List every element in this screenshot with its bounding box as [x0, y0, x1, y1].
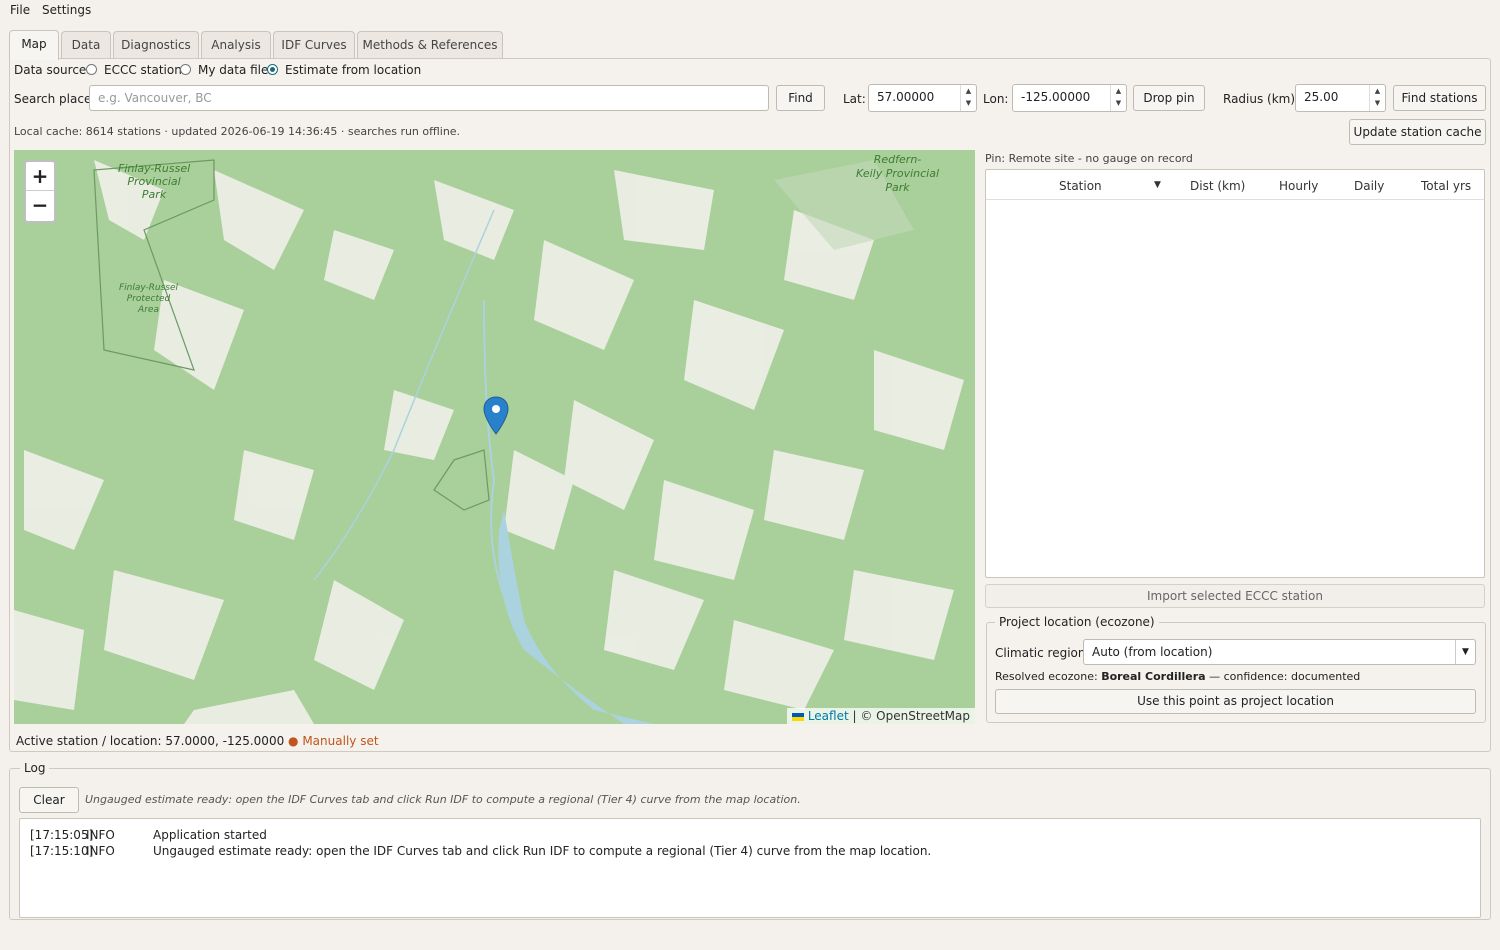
sort-down-icon: ▼ — [1154, 180, 1161, 190]
climatic-region-select[interactable]: Auto (from location) ▼ — [1083, 639, 1476, 665]
radius-stepper[interactable]: ▲ ▼ — [1369, 85, 1385, 111]
map-pin-icon[interactable] — [483, 396, 509, 436]
column-dist[interactable]: Dist (km) — [1190, 179, 1245, 193]
menu-bar: File Settings — [0, 0, 1500, 20]
radio-eccc-station[interactable] — [86, 64, 97, 75]
import-station-button[interactable]: Import selected ECCC station — [985, 584, 1485, 608]
park-boundary — [433, 449, 490, 511]
ecozone-name: Boreal Cordillera — [1101, 670, 1206, 683]
radio-estimate-from-location[interactable] — [267, 64, 278, 75]
tab-methods-references[interactable]: Methods & References — [357, 31, 503, 59]
menu-settings[interactable]: Settings — [42, 3, 91, 17]
log-time: [17:15:05] — [30, 828, 94, 842]
lat-label: Lat: — [843, 92, 866, 106]
lat-stepper[interactable]: ▲ ▼ — [960, 85, 976, 111]
find-stations-button[interactable]: Find stations — [1393, 85, 1486, 111]
chevron-up-icon[interactable]: ▲ — [1370, 85, 1385, 97]
climatic-region-value: Auto (from location) — [1092, 645, 1213, 659]
clear-log-button[interactable]: Clear — [19, 787, 79, 813]
map-view[interactable]: Finlay-Russel Provincial Park Finlay-Rus… — [14, 150, 975, 724]
radio-my-data-file[interactable] — [180, 64, 191, 75]
radius-value: 25.00 — [1304, 90, 1339, 104]
station-table[interactable]: Station ▼ Dist (km) Hourly Daily Total y… — [985, 169, 1485, 578]
chevron-down-icon[interactable]: ▼ — [961, 97, 976, 109]
menu-file[interactable]: File — [10, 3, 30, 17]
data-source-label: Data source: — [14, 63, 91, 77]
leaflet-link[interactable]: Leaflet — [808, 709, 849, 723]
project-location-title: Project location (ecozone) — [995, 615, 1159, 629]
log-level: INFO — [86, 844, 115, 858]
pin-status: Pin: Remote site - no gauge on record — [985, 152, 1193, 165]
resolved-ecozone: Resolved ecozone: Boreal Cordillera — co… — [995, 670, 1361, 683]
column-daily[interactable]: Daily — [1354, 179, 1384, 193]
osm-attribution: | © OpenStreetMap — [848, 709, 970, 723]
lon-value: -125.00000 — [1021, 90, 1091, 104]
column-station[interactable]: Station — [1059, 179, 1102, 193]
tab-diagnostics[interactable]: Diagnostics — [113, 31, 199, 59]
log-hint: Ungauged estimate ready: open the IDF Cu… — [85, 793, 801, 806]
find-button[interactable]: Find — [776, 85, 825, 111]
chevron-down-icon[interactable]: ▼ — [1111, 97, 1126, 109]
column-total-yrs[interactable]: Total yrs — [1421, 179, 1471, 193]
chevron-up-icon[interactable]: ▲ — [1111, 85, 1126, 97]
radio-eccc-station-label[interactable]: ECCC station — [104, 63, 182, 77]
log-title: Log — [20, 761, 50, 775]
drop-pin-button[interactable]: Drop pin — [1133, 85, 1205, 111]
update-station-cache-button[interactable]: Update station cache — [1349, 119, 1486, 145]
log-time: [17:15:10] — [30, 844, 94, 858]
tab-idf-curves[interactable]: IDF Curves — [273, 31, 355, 59]
log-level: INFO — [86, 828, 115, 842]
log-output[interactable]: [17:15:05] INFO Application started [17:… — [19, 818, 1481, 918]
flag-icon — [791, 712, 804, 721]
log-message: Application started — [153, 828, 267, 842]
tab-data[interactable]: Data — [61, 31, 111, 59]
zoom-control: + − — [24, 160, 56, 223]
lat-value: 57.00000 — [877, 90, 935, 104]
chevron-down-icon[interactable]: ▼ — [1455, 640, 1475, 664]
column-hourly[interactable]: Hourly — [1279, 179, 1318, 193]
lon-stepper[interactable]: ▲ ▼ — [1110, 85, 1126, 111]
lon-label: Lon: — [983, 92, 1009, 106]
use-point-button[interactable]: Use this point as project location — [995, 689, 1476, 714]
log-message: Ungauged estimate ready: open the IDF Cu… — [153, 844, 932, 858]
header-divider — [986, 199, 1484, 200]
zoom-out-button[interactable]: − — [26, 191, 54, 220]
search-input[interactable]: e.g. Vancouver, BC — [89, 85, 769, 111]
radio-estimate-from-location-label[interactable]: Estimate from location — [285, 63, 421, 77]
chevron-down-icon[interactable]: ▼ — [1370, 97, 1385, 109]
tab-analysis[interactable]: Analysis — [201, 31, 271, 59]
radio-my-data-file-label[interactable]: My data file — [198, 63, 268, 77]
manually-set-badge: ● Manually set — [288, 734, 379, 748]
map-attribution: Leaflet | © OpenStreetMap — [786, 708, 975, 724]
map-label-redfern-keily: Redfern- Keily Provincial Park — [856, 153, 940, 194]
search-place-label: Search place: — [14, 92, 96, 106]
cache-info: Local cache: 8614 stations · updated 202… — [14, 125, 461, 138]
map-label-finlay-park: Finlay-Russel Provincial Park — [118, 162, 191, 201]
climatic-region-label: Climatic region: — [995, 646, 1090, 660]
tab-map[interactable]: Map — [9, 30, 59, 60]
zoom-in-button[interactable]: + — [26, 162, 54, 191]
active-station-status: Active station / location: 57.0000, -125… — [16, 734, 379, 748]
radius-label: Radius (km): — [1223, 92, 1300, 106]
map-label-finlay-protected: Finlay-Russel Protected Area — [119, 283, 179, 315]
chevron-up-icon[interactable]: ▲ — [961, 85, 976, 97]
map-tiles[interactable] — [14, 150, 975, 724]
